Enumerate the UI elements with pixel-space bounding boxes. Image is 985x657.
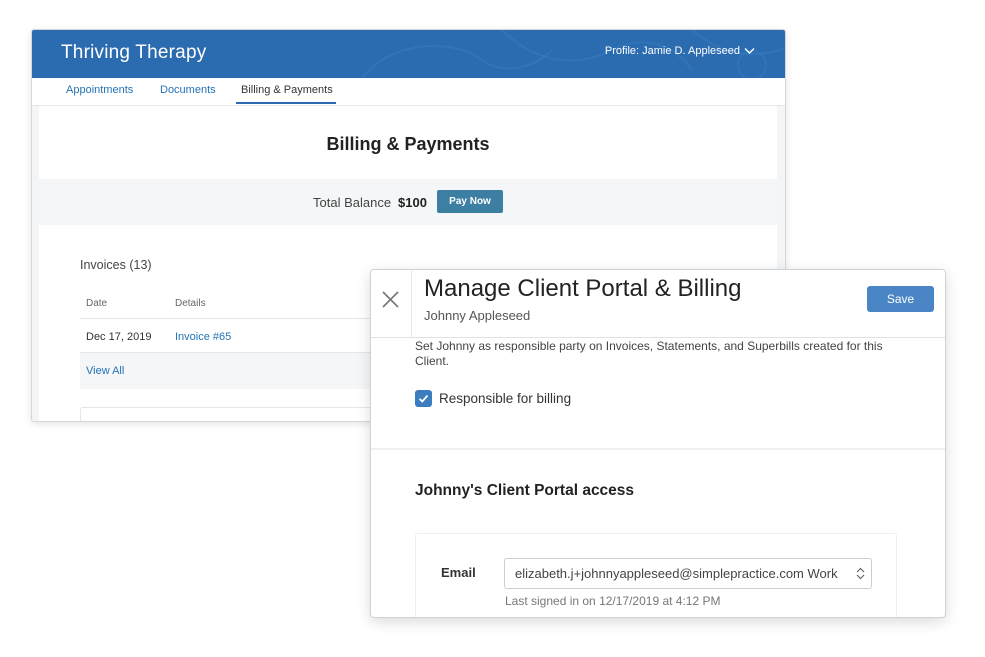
responsible-party-description: Set Johnny as responsible party on Invoi… [415,339,883,368]
invoices-title: Invoices (13) [80,258,152,272]
responsible-billing-checkbox-row[interactable]: Responsible for billing [415,390,571,407]
checkmark-icon [418,394,429,403]
modal-header: Manage Client Portal & Billing Johnny Ap… [371,270,945,338]
column-header-date: Date [86,298,108,309]
modal-subtitle: Johnny Appleseed [424,308,531,323]
brand-name: Thriving Therapy [61,42,207,63]
tab-documents[interactable]: Documents [160,84,216,96]
pay-now-button[interactable]: Pay Now [437,190,503,213]
invoice-link[interactable]: Invoice #65 [175,331,231,343]
email-value: elizabeth.j+johnnyappleseed@simplepracti… [515,566,838,581]
close-button[interactable] [371,270,412,337]
portal-access-title: Johnny's Client Portal access [415,482,635,499]
chevron-down-icon [744,48,755,54]
responsible-billing-checkbox[interactable] [415,390,432,407]
active-tab-indicator [236,102,336,104]
portal-tabs: Appointments Documents Billing & Payment… [32,78,785,106]
checkbox-label: Responsible for billing [439,391,572,406]
close-icon [382,291,399,308]
select-arrows-icon [856,567,865,580]
balance-bar: Total Balance $100 Pay Now [39,179,777,225]
profile-menu[interactable]: Profile: Jamie D. Appleseed [605,45,755,57]
profile-label: Profile: Jamie D. Appleseed [604,45,740,57]
page-title: Billing & Payments [326,134,490,154]
manage-client-portal-modal: Manage Client Portal & Billing Johnny Ap… [370,269,946,618]
last-signed-in-text: Last signed in on 12/17/2019 at 4:12 PM [505,594,721,608]
column-header-details: Details [175,298,206,309]
modal-title: Manage Client Portal & Billing [424,275,742,302]
save-button[interactable]: Save [867,286,934,312]
email-panel: Email elizabeth.j+johnnyappleseed@simple… [415,533,897,617]
portal-header: Thriving Therapy Profile: Jamie D. Apple… [32,30,785,78]
email-select[interactable]: elizabeth.j+johnnyappleseed@simplepracti… [504,558,872,589]
tab-appointments[interactable]: Appointments [66,84,133,96]
invoice-date: Dec 17, 2019 [86,331,152,343]
view-all-link[interactable]: View All [86,365,124,377]
section-divider [371,448,945,450]
balance-amount: $100 [398,195,427,210]
email-label: Email [441,565,476,580]
tab-billing-payments[interactable]: Billing & Payments [241,84,333,96]
balance-label: Total Balance [313,195,392,210]
